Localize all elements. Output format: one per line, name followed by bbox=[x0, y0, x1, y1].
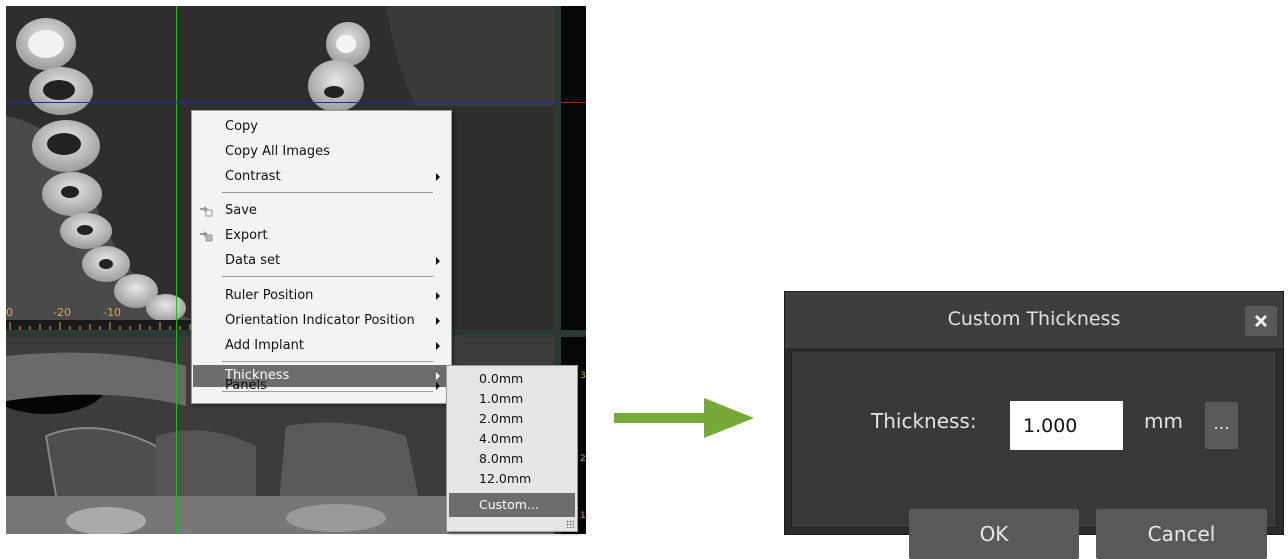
crosshair-horizontal-right bbox=[561, 102, 586, 103]
dialog-titlebar[interactable]: Custom Thickness bbox=[785, 292, 1283, 348]
menu-item-label: Save bbox=[225, 203, 257, 218]
menu-item-label: Export bbox=[225, 228, 268, 243]
thickness-option[interactable]: 1.0mm bbox=[449, 389, 575, 409]
menu-item-label: Add Implant bbox=[225, 338, 304, 353]
submenu-arrow-icon bbox=[436, 292, 440, 300]
custom-thickness-dialog: Custom Thickness Thickness: mm ... OK Ca… bbox=[784, 291, 1284, 559]
thickness-submenu: 0.0mm 1.0mm 2.0mm 4.0mm 8.0mm 12.0mm Cus… bbox=[446, 365, 578, 532]
submenu-arrow-icon bbox=[436, 257, 440, 265]
menu-separator bbox=[222, 192, 433, 193]
context-menu: Copy Copy All Images Contrast Save Expor… bbox=[191, 110, 452, 404]
menu-item-label: Copy All Images bbox=[225, 144, 330, 159]
close-button[interactable] bbox=[1245, 306, 1277, 336]
menu-item-contrast[interactable]: Contrast bbox=[193, 166, 450, 188]
ruler-label: -10 bbox=[103, 306, 121, 319]
ruler-label: -20 bbox=[53, 306, 71, 319]
submenu-arrow-icon bbox=[436, 342, 440, 350]
menu-item-panels[interactable]: Panels bbox=[193, 375, 450, 397]
ruler-label: 0 bbox=[6, 306, 13, 319]
scale-mark: 3 bbox=[580, 371, 586, 381]
menu-item-add-implant[interactable]: Add Implant bbox=[193, 335, 450, 357]
resize-grip-icon[interactable] bbox=[566, 520, 574, 528]
submenu-arrow-icon bbox=[436, 382, 440, 390]
thickness-option[interactable]: 0.0mm bbox=[449, 369, 575, 389]
cancel-button[interactable]: Cancel bbox=[1096, 509, 1267, 559]
save-icon bbox=[200, 206, 213, 217]
unit-label: mm bbox=[1144, 409, 1183, 433]
thickness-option[interactable]: 8.0mm bbox=[449, 449, 575, 469]
export-icon bbox=[200, 231, 213, 242]
thickness-option[interactable]: 4.0mm bbox=[449, 429, 575, 449]
thickness-option[interactable]: 2.0mm bbox=[449, 409, 575, 429]
scale-mark: 1 bbox=[580, 511, 586, 521]
menu-item-ruler-position[interactable]: Ruler Position bbox=[193, 285, 450, 307]
close-icon bbox=[1254, 314, 1268, 328]
arrow-right-icon bbox=[614, 398, 754, 438]
menu-item-copy-all-images[interactable]: Copy All Images bbox=[193, 141, 450, 163]
thickness-label: Thickness: bbox=[871, 409, 977, 433]
dialog-body: Thickness: mm ... OK Cancel bbox=[791, 350, 1277, 559]
dialog-title: Custom Thickness bbox=[947, 308, 1121, 330]
menu-item-data-set[interactable]: Data set bbox=[193, 250, 450, 272]
crosshair-vertical[interactable] bbox=[176, 6, 177, 534]
menu-separator bbox=[222, 276, 433, 277]
browse-button[interactable]: ... bbox=[1205, 402, 1238, 449]
submenu-arrow-icon bbox=[436, 317, 440, 325]
menu-item-label: Ruler Position bbox=[225, 288, 314, 303]
submenu-arrow-icon bbox=[436, 173, 440, 181]
crosshair-horizontal[interactable] bbox=[6, 102, 561, 103]
menu-item-save[interactable]: Save bbox=[193, 200, 450, 222]
menu-item-label: Contrast bbox=[225, 169, 281, 184]
menu-item-label: Data set bbox=[225, 253, 281, 268]
thickness-option-custom[interactable]: Custom... bbox=[449, 493, 575, 517]
menu-item-label: Copy bbox=[225, 119, 258, 134]
menu-item-orientation-indicator-position[interactable]: Orientation Indicator Position bbox=[193, 310, 450, 332]
scale-mark: 2 bbox=[580, 454, 586, 464]
menu-item-label: Orientation Indicator Position bbox=[225, 313, 415, 328]
menu-item-export[interactable]: Export bbox=[193, 225, 450, 247]
ok-button[interactable]: OK bbox=[909, 509, 1079, 559]
menu-item-copy[interactable]: Copy bbox=[193, 116, 450, 138]
thickness-option[interactable]: 12.0mm bbox=[449, 469, 575, 489]
thickness-input[interactable] bbox=[1010, 401, 1123, 450]
menu-item-label: Panels bbox=[225, 378, 267, 393]
menu-separator bbox=[222, 361, 433, 362]
